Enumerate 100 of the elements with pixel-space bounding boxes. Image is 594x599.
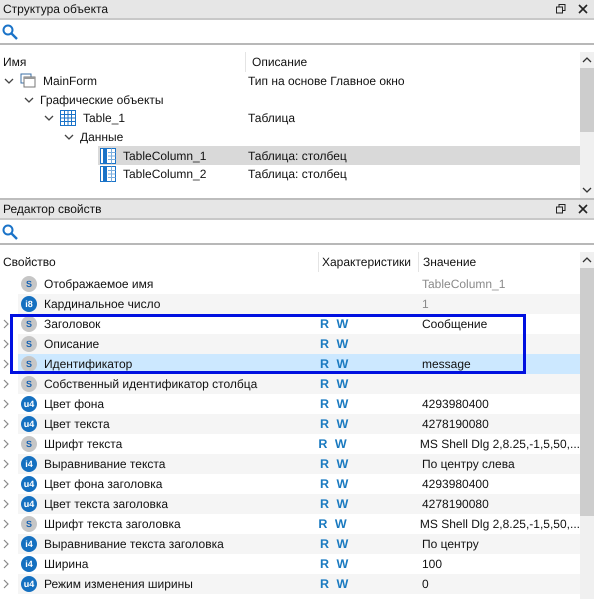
property-name: Выравнивание текста <box>44 457 166 471</box>
property-name: Цвет текста заголовка <box>44 497 168 511</box>
property-name: Идентификатор <box>44 357 132 371</box>
type-badge: S <box>21 376 37 392</box>
property-name: Выравнивание текста заголовка <box>44 537 224 551</box>
access-flags: R W <box>320 317 350 331</box>
type-badge: u4 <box>21 416 37 432</box>
chevron-down-icon[interactable] <box>44 113 54 124</box>
scroll-up-icon[interactable] <box>582 256 592 264</box>
type-badge: S <box>21 436 37 452</box>
panel-title: Редактор свойств <box>3 202 102 216</box>
column-header[interactable]: Значение <box>419 252 580 272</box>
column-header[interactable]: Имя <box>0 52 246 72</box>
property-name: Заголовок <box>44 317 100 331</box>
property-value: 0 <box>422 577 429 591</box>
type-badge: i4 <box>21 536 37 552</box>
scroll-down-icon[interactable] <box>582 186 592 194</box>
property-row[interactable]: i4 Ширина R W 100 <box>0 554 580 574</box>
access-flags: R W <box>320 477 350 491</box>
property-name: Собственный идентификатор столбца <box>44 377 258 391</box>
chevron-right-icon[interactable] <box>2 339 10 349</box>
column-header[interactable]: Характеристики <box>319 252 419 272</box>
tree-item-label: MainForm <box>43 73 98 90</box>
search-icon <box>2 224 18 240</box>
property-name: Цвет текста <box>44 417 110 431</box>
property-value: 4278190080 <box>422 497 489 511</box>
chevron-right-icon[interactable] <box>2 459 10 469</box>
chevron-right-icon[interactable] <box>2 579 10 589</box>
type-badge: S <box>21 336 37 352</box>
column-header[interactable]: Описание <box>246 52 580 72</box>
type-badge: S <box>21 356 37 372</box>
access-flags: R W <box>318 437 349 451</box>
tree-row[interactable]: Графические объекты <box>0 90 580 110</box>
search-icon <box>2 24 18 40</box>
float-icon[interactable] <box>556 204 566 214</box>
property-row[interactable]: u4 Цвет фона R W 4293980400 <box>0 394 580 414</box>
property-name: Описание <box>44 337 100 351</box>
close-icon[interactable] <box>578 4 588 14</box>
chevron-down-icon[interactable] <box>64 132 74 142</box>
column-header[interactable]: Свойство <box>0 252 319 272</box>
table-column-icon <box>100 148 116 164</box>
close-icon[interactable] <box>578 204 588 214</box>
property-value: MS Shell Dlg 2,8.25,-1,5,50,... <box>420 437 580 451</box>
tree-row[interactable]: TableColumn_2 Таблица: столбец <box>0 164 580 184</box>
property-name: Цвет фона <box>44 397 104 411</box>
chevron-down-icon[interactable] <box>4 76 14 86</box>
tree-row[interactable]: Table_1 Таблица <box>0 109 580 128</box>
chevron-down-icon[interactable] <box>24 94 34 105</box>
scrollbar-thumb[interactable] <box>580 68 594 132</box>
access-flags: R W <box>320 557 350 571</box>
tree-row[interactable]: Данные <box>0 128 580 146</box>
type-badge: u4 <box>21 576 37 592</box>
panel-title: Структура объекта <box>3 2 110 16</box>
scrollbar[interactable] <box>580 52 594 198</box>
access-flags: R W <box>320 377 350 391</box>
tree-item-description: Тип на основе Главное окно <box>248 74 405 88</box>
access-flags: R W <box>320 497 350 511</box>
tree-item-label: TableColumn_2 <box>123 166 206 184</box>
chevron-right-icon[interactable] <box>2 559 10 569</box>
access-flags: R W <box>318 517 349 531</box>
tree-row[interactable]: MainForm Тип на основе Главное окно <box>0 72 580 91</box>
tree-item-label: Данные <box>80 129 124 146</box>
property-value: По центру <box>422 537 479 551</box>
chevron-right-icon[interactable] <box>2 419 10 429</box>
scrollbar[interactable] <box>580 252 594 599</box>
property-value: 4293980400 <box>422 397 489 411</box>
access-flags: R W <box>320 577 350 591</box>
property-name: Кардинальное число <box>44 297 160 311</box>
property-value: message <box>422 357 471 371</box>
property-name: Цвет фона заголовка <box>44 477 162 491</box>
property-value: TableColumn_1 <box>422 277 506 291</box>
table-column-icon <box>100 166 116 182</box>
access-flags: R W <box>320 457 350 471</box>
type-badge: u4 <box>21 496 37 512</box>
chevron-right-icon[interactable] <box>2 439 10 449</box>
chevron-right-icon[interactable] <box>2 479 10 489</box>
float-icon[interactable] <box>556 4 566 14</box>
property-row[interactable]: u4 Цвет фона заголовка R W 4293980400 <box>0 474 580 494</box>
chevron-right-icon[interactable] <box>2 539 10 549</box>
scrollbar-thumb[interactable] <box>580 268 594 516</box>
chevron-right-icon[interactable] <box>2 499 10 509</box>
property-row[interactable]: S Отображаемое имя TableColumn_1 <box>0 274 580 294</box>
property-value: MS Shell Dlg 2,8.25,-1,5,50,... <box>420 517 580 531</box>
property-row[interactable]: S Шрифт текста R W MS Shell Dlg 2,8.25,-1,5,50,... <box>0 434 580 454</box>
property-value: 1 <box>422 297 429 311</box>
chevron-right-icon[interactable] <box>2 399 10 409</box>
scroll-up-icon[interactable] <box>582 56 592 64</box>
chevron-right-icon[interactable] <box>2 379 10 389</box>
type-badge: u4 <box>21 396 37 412</box>
chevron-right-icon[interactable] <box>2 319 10 329</box>
chevron-right-icon[interactable] <box>2 519 10 529</box>
type-badge: S <box>21 316 37 332</box>
property-value: Сообщение <box>422 317 488 331</box>
property-name: Ширина <box>44 557 88 571</box>
chevron-right-icon[interactable] <box>2 359 10 369</box>
tree-item-label: Table_1 <box>83 110 126 128</box>
property-name: Шрифт текста <box>44 437 122 451</box>
property-row[interactable]: S Шрифт текста заголовка R W MS Shell Dlg 2,8.25,-1,5,50,... <box>0 514 580 534</box>
property-value: 4278190080 <box>422 417 489 431</box>
tree-item-description: Таблица <box>248 111 296 126</box>
